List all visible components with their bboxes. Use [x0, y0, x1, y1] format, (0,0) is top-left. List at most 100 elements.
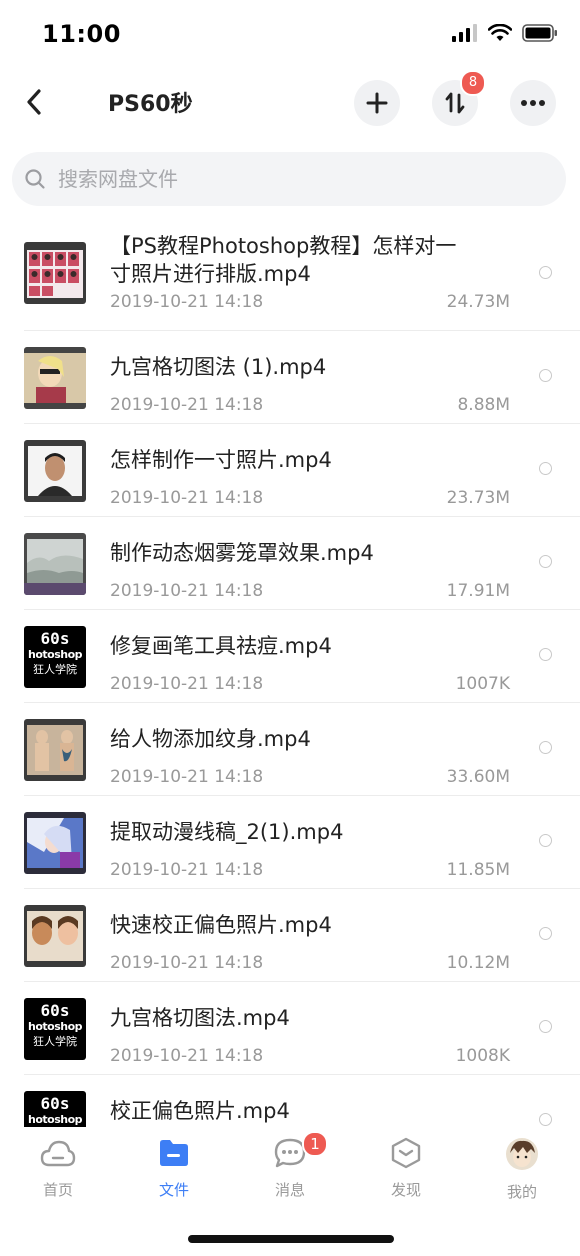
file-date: 2019-10-21 14:18 [110, 581, 264, 601]
tab-label: 首页 [42, 1181, 73, 1199]
more-dots-icon [521, 100, 545, 106]
file-date: 2019-10-21 14:18 [110, 767, 264, 787]
file-list: 【PS教程Photoshop教程】怎样对一寸照片进行排版.mp4 2019-10… [0, 222, 580, 1127]
file-size: 24.73M [446, 292, 510, 312]
thumb-line2: hotoshop [27, 648, 83, 661]
battery-icon [522, 24, 558, 46]
file-name: 快速校正偏色照片.mp4 [110, 913, 332, 937]
file-row[interactable]: 制作动态烟雾笼罩效果.mp4 2019-10-21 14:18 17.91M [24, 517, 580, 610]
home-indicator [188, 1235, 394, 1243]
header: PS60秒 8 [0, 70, 580, 136]
file-thumbnail [24, 347, 86, 409]
messages-badge: 1 [302, 1131, 328, 1157]
file-size: 1008K [455, 1046, 510, 1066]
file-size: 23.73M [446, 488, 510, 508]
thumb-line3: 狂人学院 [33, 1035, 77, 1048]
search-input[interactable] [56, 166, 520, 192]
select-radio[interactable] [539, 741, 552, 754]
search-icon [25, 169, 45, 189]
file-row[interactable]: 九宫格切图法 (1).mp4 2019-10-21 14:18 8.88M [24, 331, 580, 424]
file-size: 10.12M [446, 953, 510, 973]
thumb-line2: hotoshop [27, 1020, 83, 1033]
chevron-left-icon [27, 89, 41, 115]
file-name: 九宫格切图法 (1).mp4 [110, 355, 327, 379]
file-size: 8.88M [457, 395, 510, 415]
tab-home[interactable]: 首页 [0, 1137, 116, 1200]
folder-icon [160, 1140, 188, 1166]
status-time: 11:00 [42, 20, 121, 48]
file-size: 33.60M [446, 767, 510, 787]
file-thumbnail [24, 533, 86, 595]
file-name: 提取动漫线稿_2(1).mp4 [110, 820, 344, 844]
file-name: 【PS教程Photoshop教程】怎样对一寸照片进行排版.mp4 [110, 234, 457, 286]
status-bar: 11:00 [0, 0, 580, 70]
cloud-icon [40, 1140, 76, 1167]
tab-label: 文件 [158, 1181, 189, 1199]
file-thumbnail [24, 719, 86, 781]
file-size: 11.85M [446, 860, 510, 880]
plus-icon [366, 92, 388, 114]
file-row[interactable]: 给人物添加纹身.mp4 2019-10-21 14:18 33.60M [24, 703, 580, 796]
file-row[interactable]: 【PS教程Photoshop教程】怎样对一寸照片进行排版.mp4 2019-10… [24, 222, 580, 331]
wifi-icon [487, 23, 513, 46]
thumb-line1: 60s [40, 1094, 70, 1113]
file-thumbnail: 60s hotoshop 狂人学院 [24, 998, 86, 1060]
tab-label: 消息 [274, 1181, 305, 1199]
tab-files[interactable]: 文件 [116, 1137, 232, 1200]
file-thumbnail [24, 242, 86, 304]
file-date: 2019-10-21 14:18 [110, 292, 264, 312]
transfer-button[interactable]: 8 [432, 70, 486, 126]
status-icons [452, 23, 558, 46]
file-thumbnail [24, 440, 86, 502]
file-name: 修复画笔工具祛痘.mp4 [110, 634, 332, 658]
avatar [506, 1138, 538, 1170]
file-row[interactable]: 60s hotoshop 校正偏色照片.mp4 [24, 1075, 580, 1127]
file-name: 校正偏色照片.mp4 [110, 1099, 290, 1123]
file-date: 2019-10-21 14:18 [110, 395, 264, 415]
tab-label: 发现 [390, 1181, 421, 1199]
file-thumbnail: 60s hotoshop 狂人学院 [24, 626, 86, 688]
file-date: 2019-10-21 14:18 [110, 488, 264, 508]
tab-me[interactable]: 我的 [464, 1137, 580, 1202]
file-row[interactable]: 怎样制作一寸照片.mp4 2019-10-21 14:18 23.73M [24, 424, 580, 517]
select-radio[interactable] [539, 369, 552, 382]
file-date: 2019-10-21 14:18 [110, 860, 264, 880]
file-name: 制作动态烟雾笼罩效果.mp4 [110, 541, 374, 565]
add-button[interactable] [354, 80, 400, 126]
file-row[interactable]: 提取动漫线稿_2(1).mp4 2019-10-21 14:18 11.85M [24, 796, 580, 889]
transfer-badge: 8 [460, 70, 486, 96]
file-row[interactable]: 快速校正偏色照片.mp4 2019-10-21 14:18 10.12M [24, 889, 580, 982]
file-thumbnail [24, 812, 86, 874]
select-radio[interactable] [539, 555, 552, 568]
transfer-arrows-icon [445, 92, 465, 114]
back-button[interactable] [18, 84, 50, 120]
thumb-line2: hotoshop [27, 1113, 83, 1126]
select-radio[interactable] [539, 1020, 552, 1033]
select-radio[interactable] [539, 1113, 552, 1126]
search-bar[interactable] [12, 152, 566, 206]
signal-icon [452, 24, 478, 46]
file-size: 1007K [455, 674, 510, 694]
select-radio[interactable] [539, 266, 552, 279]
file-size: 17.91M [446, 581, 510, 601]
more-button[interactable] [510, 80, 556, 126]
file-name: 给人物添加纹身.mp4 [110, 727, 311, 751]
thumb-line3: 狂人学院 [33, 663, 77, 676]
file-thumbnail [24, 905, 86, 967]
file-thumbnail: 60s hotoshop [24, 1091, 86, 1127]
file-name: 九宫格切图法.mp4 [110, 1006, 290, 1030]
file-row[interactable]: 60s hotoshop 狂人学院 修复画笔工具祛痘.mp4 2019-10-2… [24, 610, 580, 703]
page-title: PS60秒 [108, 92, 193, 117]
select-radio[interactable] [539, 462, 552, 475]
select-radio[interactable] [539, 927, 552, 940]
tab-messages[interactable]: 1 消息 [232, 1131, 348, 1200]
file-date: 2019-10-21 14:18 [110, 953, 264, 973]
file-row[interactable]: 60s hotoshop 狂人学院 九宫格切图法.mp4 2019-10-21 … [24, 982, 580, 1075]
tab-discover[interactable]: 发现 [348, 1137, 464, 1200]
select-radio[interactable] [539, 834, 552, 847]
file-name: 怎样制作一寸照片.mp4 [110, 448, 332, 472]
thumb-line1: 60s [40, 1001, 70, 1020]
select-radio[interactable] [539, 648, 552, 661]
file-date: 2019-10-21 14:18 [110, 1046, 264, 1066]
file-date: 2019-10-21 14:18 [110, 674, 264, 694]
